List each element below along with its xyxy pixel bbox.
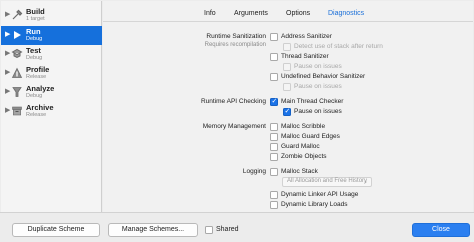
- dynamic-linker-api-usage-checkbox[interactable]: [270, 191, 278, 199]
- address-sanitizer-checkbox[interactable]: [270, 33, 278, 41]
- zombie-objects-label: Zombie Objects: [281, 153, 327, 160]
- sidebar-item-title: Test: [26, 46, 41, 55]
- tab-divider: [103, 21, 473, 22]
- ub-sanitizer-label: Undefined Behavior Sanitizer: [281, 73, 366, 80]
- main-thread-checker-checkbox[interactable]: [270, 97, 278, 106]
- sidebar-item-test[interactable]: ▶ Test Debug: [1, 45, 102, 64]
- sidebar-item-archive[interactable]: ▶ Archive Release: [1, 102, 102, 121]
- requires-recompilation-label: Requires recompilation: [204, 42, 266, 48]
- duplicate-scheme-button[interactable]: Duplicate Scheme: [12, 223, 100, 237]
- zombie-objects-checkbox[interactable]: [270, 153, 278, 161]
- tab-info[interactable]: Info: [204, 10, 216, 17]
- malloc-stack-history-select[interactable]: All Allocation and Free History ⌄: [282, 177, 372, 187]
- tab-diagnostics[interactable]: Diagnostics: [328, 10, 364, 17]
- address-sanitizer-label: Address Sanitizer: [281, 33, 332, 40]
- close-button[interactable]: Close: [412, 223, 470, 237]
- sidebar-item-subtitle: Release: [26, 112, 47, 118]
- dynamic-linker-api-usage-label: Dynamic Linker API Usage: [281, 191, 359, 198]
- thread-sanitizer-label: Thread Sanitizer: [281, 53, 329, 60]
- sidebar-item-run[interactable]: ▶ Run Debug: [1, 26, 102, 45]
- ub-pause-on-issues-label: Pause on issues: [294, 83, 342, 90]
- malloc-scribble-label: Malloc Scribble: [281, 123, 326, 130]
- shared-checkbox[interactable]: [205, 226, 213, 234]
- runtime-sanitization-label: Runtime Sanitization: [206, 33, 266, 40]
- chevron-right-icon[interactable]: ▶: [5, 49, 10, 57]
- profile-icon: [11, 67, 23, 78]
- thread-sanitizer-checkbox[interactable]: [270, 53, 278, 61]
- sidebar-item-subtitle: 1 target: [26, 16, 45, 22]
- diagnostics-pane: Info Arguments Options Diagnostics Runti…: [103, 1, 473, 212]
- scheme-editor-window: ▶ Build 1 target ▶ Run Debug ▶ Test Debu…: [0, 0, 474, 242]
- sidebar-item-profile[interactable]: ▶ Profile Release: [1, 64, 102, 83]
- chevron-right-icon[interactable]: ▶: [5, 106, 10, 114]
- logging-label: Logging: [242, 168, 266, 175]
- sidebar-item-subtitle: Debug: [26, 36, 43, 42]
- malloc-stack-label: Malloc Stack: [281, 168, 318, 175]
- manage-schemes-button[interactable]: Manage Schemes...: [108, 223, 198, 237]
- malloc-guard-edges-label: Malloc Guard Edges: [281, 133, 340, 140]
- detect-use-of-stack-checkbox[interactable]: [283, 43, 291, 51]
- tab-options[interactable]: Options: [286, 10, 310, 17]
- sidebar-item-title: Analyze: [26, 84, 55, 93]
- build-icon: [12, 9, 23, 20]
- dynamic-library-loads-label: Dynamic Library Loads: [281, 201, 348, 208]
- chevron-right-icon[interactable]: ▶: [5, 87, 10, 95]
- bottom-bar: Duplicate Scheme Manage Schemes... Share…: [0, 212, 474, 242]
- malloc-stack-history-value: All Allocation and Free History: [287, 178, 368, 184]
- sidebar-item-title: Run: [26, 27, 41, 36]
- chevron-right-icon[interactable]: ▶: [5, 30, 10, 38]
- runtime-api-checking-label: Runtime API Checking: [200, 98, 266, 105]
- test-icon: [11, 48, 23, 59]
- sidebar-item-analyze[interactable]: ▶ Analyze Debug: [1, 83, 102, 102]
- guard-malloc-label: Guard Malloc: [281, 143, 320, 150]
- mtc-pause-on-issues-checkbox[interactable]: [283, 107, 291, 116]
- thread-pause-on-issues-checkbox[interactable]: [283, 63, 291, 71]
- detect-use-of-stack-label: Detect use of stack after return: [294, 43, 383, 50]
- thread-pause-on-issues-label: Pause on issues: [294, 63, 342, 70]
- chevron-down-icon: ⌄: [362, 179, 368, 185]
- main-thread-checker-label: Main Thread Checker: [281, 98, 344, 105]
- sidebar-item-subtitle: Release: [26, 74, 47, 80]
- sidebar-item-title: Build: [26, 7, 45, 16]
- memory-management-label: Memory Management: [202, 123, 266, 130]
- sidebar-item-subtitle: Debug: [26, 55, 43, 61]
- tab-arguments[interactable]: Arguments: [234, 10, 268, 17]
- chevron-right-icon[interactable]: ▶: [5, 10, 10, 18]
- malloc-scribble-checkbox[interactable]: [270, 123, 278, 131]
- sidebar-item-title: Profile: [26, 65, 50, 74]
- analyze-icon: [12, 87, 22, 97]
- sidebar-item-subtitle: Debug: [26, 93, 43, 99]
- archive-icon: [12, 106, 22, 116]
- sidebar-item-title: Archive: [26, 103, 54, 112]
- chevron-right-icon[interactable]: ▶: [5, 68, 10, 76]
- malloc-stack-checkbox[interactable]: [270, 168, 278, 176]
- run-icon: [14, 31, 21, 39]
- guard-malloc-checkbox[interactable]: [270, 143, 278, 151]
- mtc-pause-on-issues-label: Pause on issues: [294, 108, 342, 115]
- malloc-guard-edges-checkbox[interactable]: [270, 133, 278, 141]
- ub-sanitizer-checkbox[interactable]: [270, 73, 278, 81]
- shared-label: Shared: [216, 226, 239, 233]
- ub-pause-on-issues-checkbox[interactable]: [283, 83, 291, 91]
- sidebar-item-build[interactable]: ▶ Build 1 target: [1, 6, 102, 25]
- tab-bar: Info Arguments Options Diagnostics: [103, 1, 473, 23]
- dynamic-library-loads-checkbox[interactable]: [270, 201, 278, 209]
- scheme-action-sidebar: ▶ Build 1 target ▶ Run Debug ▶ Test Debu…: [1, 1, 102, 212]
